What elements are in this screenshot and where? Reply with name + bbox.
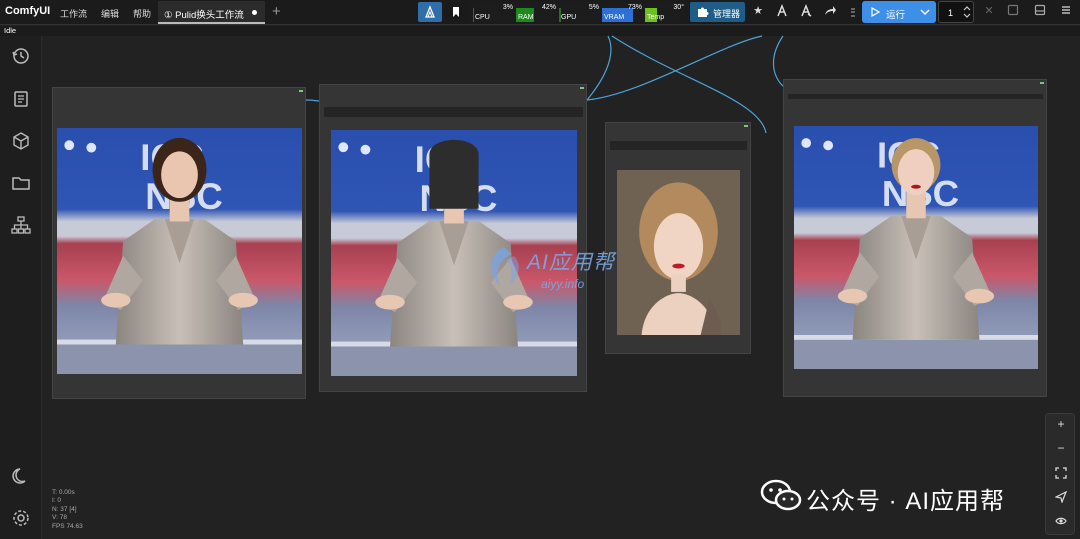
- eye-icon[interactable]: [1055, 515, 1067, 527]
- node-status-dot: [744, 125, 748, 127]
- zoom-in-button[interactable]: +: [1046, 417, 1076, 431]
- wechat-icon: [760, 479, 802, 511]
- face-reference-node[interactable]: [605, 122, 751, 354]
- link-4: [611, 35, 767, 134]
- fit-view-icon[interactable]: [1055, 467, 1067, 479]
- zoom-out-button[interactable]: −: [1046, 441, 1076, 455]
- stat-fps: FPS 74.63: [52, 522, 83, 530]
- link-2: [586, 35, 763, 101]
- canvas-controls: + −: [1045, 413, 1075, 535]
- masked-image-node[interactable]: [319, 84, 587, 392]
- link-1: [305, 99, 321, 102]
- stat-nodes: N: 37 [4]: [52, 505, 77, 513]
- news-anchor-image: [57, 128, 302, 374]
- node-widget-bar[interactable]: [324, 107, 583, 117]
- watermark-url: aiyy.info: [541, 277, 585, 291]
- result-image: [794, 126, 1038, 369]
- portrait-image: [617, 170, 740, 335]
- pointer-icon[interactable]: [1055, 491, 1067, 503]
- node-status-dot: [1040, 82, 1044, 84]
- wechat-watermark-text: 公众号 · AI应用帮: [806, 488, 1006, 515]
- result-anchor-image: [794, 126, 1038, 369]
- watermark-title: AI应用帮: [527, 251, 615, 274]
- stat-time: T: 0.00s: [52, 489, 75, 496]
- result-image-node[interactable]: [783, 79, 1047, 397]
- node-status-dot: [299, 90, 303, 92]
- link-3: [586, 35, 612, 101]
- node-status-dot: [580, 87, 584, 89]
- watermark-logo: [491, 247, 519, 286]
- node-widget-bar[interactable]: [610, 141, 747, 150]
- render-stats: T: 0.00s I: 0 N: 37 [4] V: 78 FPS 74.63: [52, 489, 83, 531]
- image-node-1[interactable]: [52, 87, 306, 399]
- stat-v: V: 78: [52, 514, 67, 522]
- reference-face-image: [617, 170, 740, 335]
- stat-i: I: 0: [52, 497, 62, 505]
- source-image: [57, 128, 302, 374]
- node-widget-bar[interactable]: [788, 94, 1043, 99]
- comfyui-window: ComfyUI 工作流 编辑 帮助 ① Pulid换头工作流 + CPU 3% …: [0, 0, 1080, 539]
